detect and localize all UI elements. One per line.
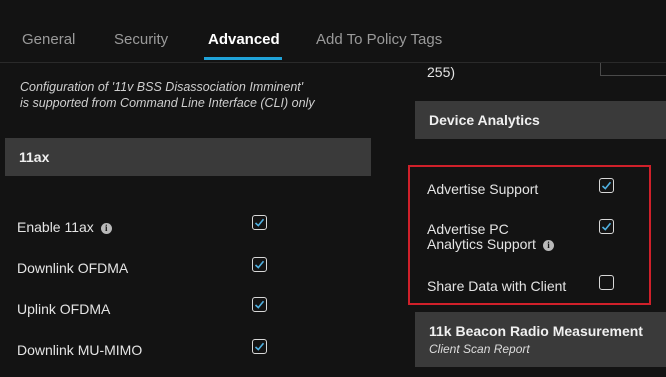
downlink-ofdma-label: Downlink OFDMA	[17, 260, 129, 276]
enable-11ax-label: Enable 11ax i	[17, 219, 112, 235]
partial-range-text: 255)	[427, 64, 456, 80]
partial-input-field[interactable]	[600, 63, 666, 76]
uplink-ofdma-label: Uplink OFDMA	[17, 301, 111, 317]
enable-11ax-checkbox[interactable]	[252, 215, 267, 230]
checkmark-icon	[254, 218, 265, 227]
enable-11ax-text: Enable 11ax	[17, 219, 94, 235]
tab-general[interactable]: General	[22, 31, 75, 48]
uplink-ofdma-checkbox[interactable]	[252, 297, 267, 312]
advertise-support-checkbox[interactable]	[599, 178, 614, 193]
checkmark-icon	[601, 222, 612, 231]
cli-note: Configuration of '11v BSS Disassociation…	[20, 79, 315, 111]
downlink-ofdma-checkbox[interactable]	[252, 257, 267, 272]
share-data-label: Share Data with Client	[427, 278, 567, 294]
info-icon[interactable]: i	[100, 223, 112, 234]
section-device-analytics-header[interactable]: Device Analytics	[415, 101, 666, 139]
downlink-mu-mimo-checkbox[interactable]	[252, 339, 267, 354]
active-tab-indicator	[204, 57, 282, 60]
cli-note-line2: is supported from Command Line Interface…	[20, 96, 315, 110]
checkmark-icon	[601, 181, 612, 190]
advertise-pc-analytics-line1: Advertise PC	[427, 221, 509, 237]
section-11ax-header[interactable]: 11ax	[5, 138, 371, 176]
section-11ax-title: 11ax	[19, 149, 50, 165]
tab-add-to-policy-tags[interactable]: Add To Policy Tags	[316, 31, 442, 48]
tab-advanced[interactable]: Advanced	[208, 31, 280, 48]
checkmark-icon	[254, 300, 265, 309]
beacon-subtitle: Client Scan Report	[429, 342, 530, 356]
checkmark-icon	[254, 342, 265, 351]
section-device-analytics-title: Device Analytics	[429, 112, 540, 128]
checkmark-icon	[254, 260, 265, 269]
share-data-checkbox[interactable]	[599, 275, 614, 290]
downlink-mu-mimo-label: Downlink MU-MIMO	[17, 342, 143, 358]
info-icon[interactable]: i	[542, 240, 554, 251]
tab-bar: General Security Advanced Add To Policy …	[0, 0, 666, 63]
advertise-pc-analytics-checkbox[interactable]	[599, 219, 614, 234]
advertise-pc-analytics-label: Advertise PC Analytics Support i	[427, 222, 554, 252]
cli-note-line1: Configuration of '11v BSS Disassociation…	[20, 80, 304, 94]
beacon-title: 11k Beacon Radio Measurement	[429, 323, 643, 339]
advertise-pc-analytics-line2: Analytics Support	[427, 236, 536, 252]
advertise-support-label: Advertise Support	[427, 181, 539, 197]
section-beacon-header[interactable]: 11k Beacon Radio Measurement Client Scan…	[415, 312, 666, 367]
tab-security[interactable]: Security	[114, 31, 168, 48]
advertise-pc-analytics-line2-wrap: Analytics Support i	[427, 237, 554, 252]
